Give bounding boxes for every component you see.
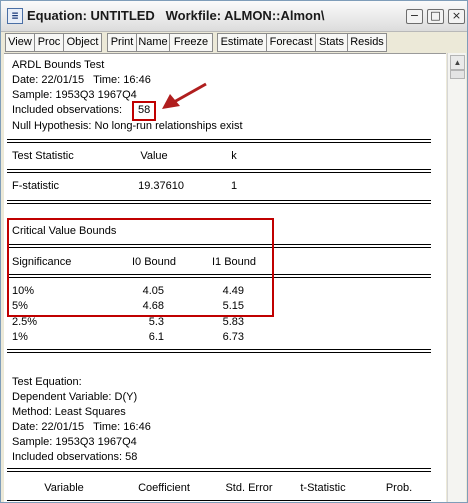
equation-window: ≡ Equation: UNTITLED Workfile: ALMON::Al… <box>0 0 468 503</box>
test-equation-title: Test Equation: <box>12 376 82 388</box>
coef-header-variable: Variable <box>44 482 84 494</box>
table-rule <box>7 352 431 353</box>
maximize-icon: □ <box>430 9 441 22</box>
test-equation-sample: Sample: 1953Q3 1967Q4 <box>12 436 137 448</box>
critical-values-highlight-box <box>7 218 274 317</box>
print-button[interactable]: Print <box>107 33 137 52</box>
test-equation-method: Method: Least Squares <box>12 406 126 418</box>
test-equation-included: Included observations: 58 <box>12 451 138 463</box>
stat-row-value: 19.37610 <box>138 180 184 192</box>
estimate-button[interactable]: Estimate <box>217 33 267 52</box>
table-rule <box>7 203 431 204</box>
table-rule <box>7 200 431 201</box>
scroll-up-icon[interactable]: ▲ <box>450 55 465 70</box>
window-title: Equation: UNTITLED Workfile: ALMON::Almo… <box>27 8 325 23</box>
output-pane: ARDL Bounds Test Date: 22/01/15 Time: 16… <box>4 53 446 502</box>
bounds-row-significance: 1% <box>12 331 28 343</box>
vertical-scrollbar[interactable]: ▲ <box>447 53 466 502</box>
coef-header-coefficient: Coefficient <box>138 482 190 494</box>
stats-button[interactable]: Stats <box>315 33 348 52</box>
minimize-icon: − <box>409 9 420 22</box>
included-observations-label: Included observations: <box>12 104 123 116</box>
proc-button[interactable]: Proc <box>34 33 64 52</box>
stat-header-test: Test Statistic <box>12 150 74 162</box>
view-button[interactable]: View <box>5 33 35 52</box>
output-date: Date: 22/01/15 Time: 16:46 <box>12 74 151 86</box>
output-title: ARDL Bounds Test <box>12 59 105 71</box>
close-icon: × <box>451 9 462 22</box>
stat-header-k: k <box>231 150 237 162</box>
table-rule <box>7 500 431 501</box>
table-rule <box>7 172 431 173</box>
table-rule <box>7 142 431 143</box>
coef-header-stderror: Std. Error <box>225 482 273 494</box>
coef-header-tstat: t-Statistic <box>300 482 346 494</box>
object-button[interactable]: Object <box>63 33 102 52</box>
minimize-button[interactable]: − <box>406 9 423 24</box>
test-equation-dependent: Dependent Variable: D(Y) <box>12 391 138 403</box>
bounds-row-i1: 6.73 <box>222 331 244 343</box>
test-equation-date: Date: 22/01/15 Time: 16:46 <box>12 421 151 433</box>
observations-highlight-box <box>132 101 156 121</box>
resids-button[interactable]: Resids <box>347 33 387 52</box>
table-rule <box>7 169 431 170</box>
output-sample: Sample: 1953Q3 1967Q4 <box>12 89 137 101</box>
table-rule <box>7 471 431 472</box>
maximize-button[interactable]: □ <box>427 9 444 24</box>
stat-header-value: Value <box>140 150 168 162</box>
title-bar[interactable]: ≡ Equation: UNTITLED Workfile: ALMON::Al… <box>1 1 467 32</box>
freeze-button[interactable]: Freeze <box>169 33 213 52</box>
annotation-arrow-icon <box>162 82 207 109</box>
close-button[interactable]: × <box>448 9 465 24</box>
table-rule <box>7 349 431 350</box>
bounds-row-i0: 5.3 <box>148 316 164 328</box>
null-hypothesis: Null Hypothesis: No long-run relationshi… <box>12 120 243 132</box>
table-rule <box>7 139 431 140</box>
bounds-row-i0: 6.1 <box>148 331 164 343</box>
coef-header-prob: Prob. <box>385 482 413 494</box>
stat-row-k: 1 <box>230 180 238 192</box>
stat-row-label: F-statistic <box>12 180 60 192</box>
bounds-row-significance: 2.5% <box>12 316 38 328</box>
toolbar: View Proc Object Print Name Freeze Estim… <box>1 32 467 52</box>
forecast-button[interactable]: Forecast <box>266 33 316 52</box>
name-button[interactable]: Name <box>136 33 170 52</box>
table-rule <box>7 468 431 469</box>
scroll-thumb[interactable] <box>450 70 465 79</box>
equation-icon: ≡ <box>7 8 23 24</box>
bounds-row-i1: 5.83 <box>222 316 244 328</box>
